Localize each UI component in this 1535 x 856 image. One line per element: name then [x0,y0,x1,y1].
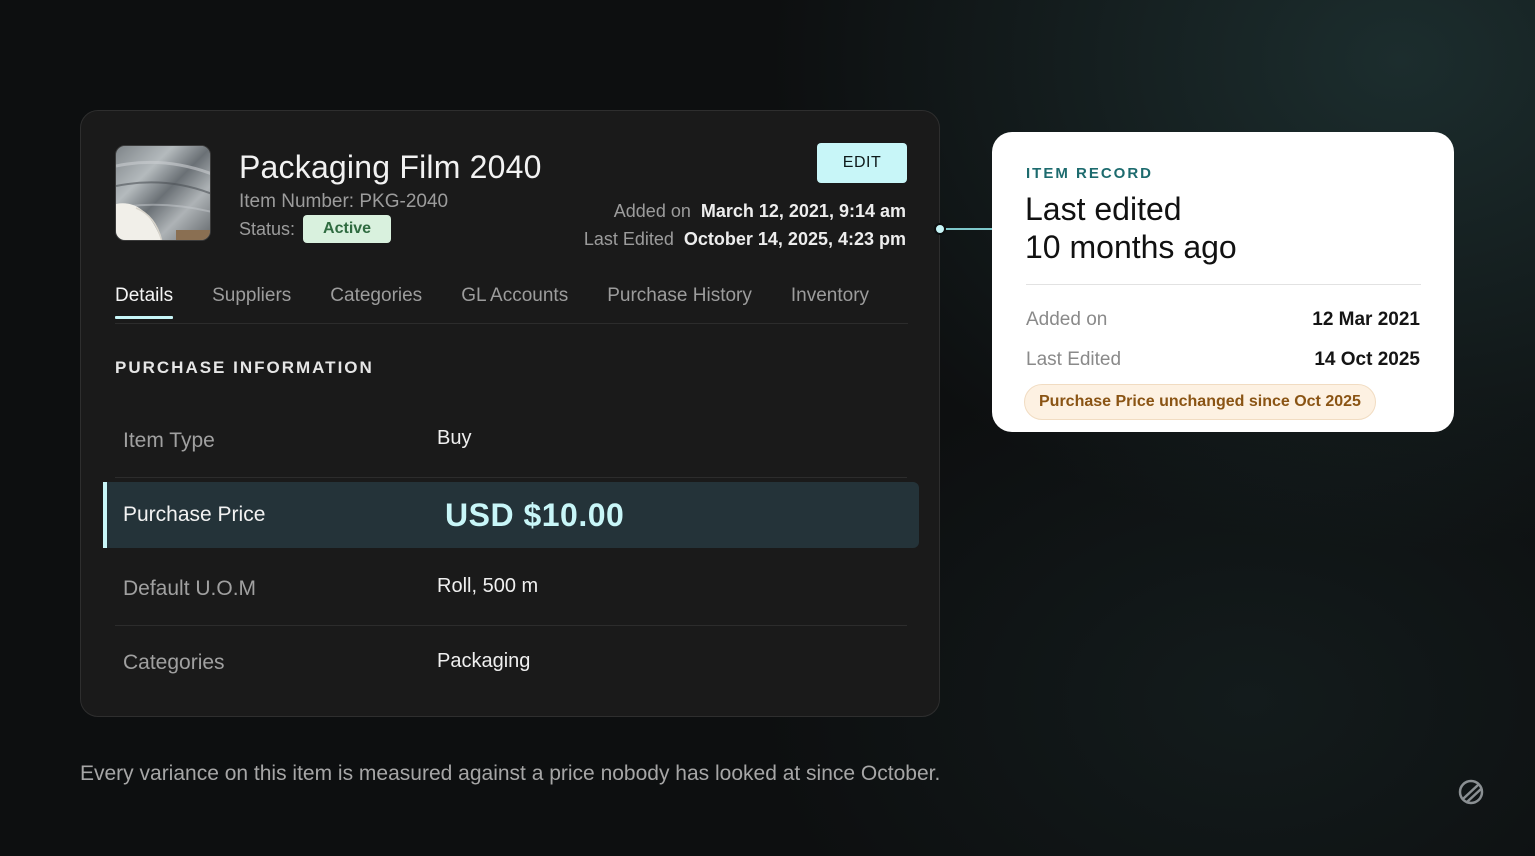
info-row-default-uom: Default U.O.M Roll, 500 m [115,552,907,626]
tab-gl-accounts[interactable]: GL Accounts [461,281,568,324]
record-headline: Last edited 10 months ago [1025,190,1405,266]
callout-connector [940,228,994,230]
tab-purchase-history[interactable]: Purchase History [607,281,752,324]
item-title: Packaging Film 2040 [239,149,542,185]
last-edited-value: October 14, 2025, 4:23 pm [683,229,906,249]
record-edited-label: Last Edited [1026,349,1122,370]
info-row-item-type: Item Type Buy [115,404,907,478]
item-card: Packaging Film 2040 Item Number: PKG-204… [80,110,940,717]
info-value: Packaging [437,649,531,672]
added-on-value: March 12, 2021, 9:14 am [700,201,906,221]
tab-details[interactable]: Details [115,281,174,324]
tab-categories[interactable]: Categories [330,281,422,324]
price-unchanged-pill: Purchase Price unchanged since Oct 2025 [1024,384,1376,420]
item-number: Item Number: PKG-2040 [239,191,449,212]
info-value: Buy [437,427,472,449]
purchase-price-value: USD $10.00 [445,496,625,533]
info-label: Item Type [123,428,215,452]
item-record-callout: ITEM RECORD Last edited 10 months ago Ad… [992,132,1454,432]
added-on-label: Added on [613,201,691,221]
status-row: Status: Active [239,215,392,243]
tab-bar: Details Suppliers Categories GL Accounts… [115,281,908,324]
info-label: Categories [123,651,225,674]
item-thumbnail [115,145,211,241]
record-kicker: ITEM RECORD [1026,165,1153,182]
purchase-info-list: Item Type Buy Purchase Price USD $10.00 … [103,404,919,700]
record-headline-line-1: Last edited [1025,191,1182,227]
slashed-circle-logo-icon [1458,779,1484,805]
last-edited-row: Last Edited October 14, 2025, 4:23 pm [584,229,906,250]
info-row-categories: Categories Packaging [115,626,907,700]
film-roll-image [116,146,210,240]
info-row-purchase-price: Purchase Price USD $10.00 [103,482,919,548]
record-headline-line-2: 10 months ago [1025,229,1237,265]
tab-inventory[interactable]: Inventory [791,281,869,324]
tab-suppliers[interactable]: Suppliers [212,281,291,324]
record-added-row: Added on 12 Mar 2021 [1026,309,1420,331]
record-added-label: Added on [1026,309,1108,330]
status-label: Status: [239,218,296,239]
status-badge: Active [303,215,392,243]
edit-button[interactable]: EDIT [817,143,907,183]
record-edited-row: Last Edited 14 Oct 2025 [1026,349,1420,371]
section-title: PURCHASE INFORMATION [115,358,374,377]
callout-connector-dot [934,223,946,235]
last-edited-label: Last Edited [583,229,674,249]
added-on-row: Added on March 12, 2021, 9:14 am [614,201,906,222]
info-label: Default U.O.M [123,576,257,600]
footer-note: Every variance on this item is measured … [80,762,941,785]
record-edited-value: 14 Oct 2025 [1314,349,1420,370]
record-divider [1026,284,1421,285]
record-added-value: 12 Mar 2021 [1312,309,1420,330]
info-label: Purchase Price [123,503,266,526]
info-value: Roll, 500 m [437,575,539,597]
